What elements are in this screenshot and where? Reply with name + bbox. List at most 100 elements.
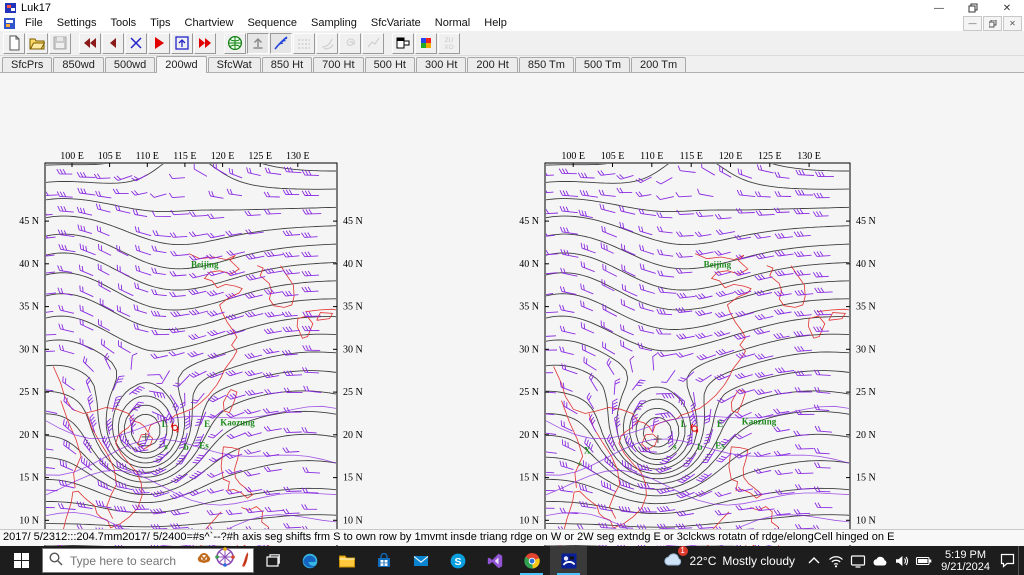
weather-map-left[interactable]: 100 E100 E105 E105 E110 E110 E115 E115 E…	[4, 151, 376, 575]
svg-text:120 E: 120 E	[211, 151, 235, 162]
map-canvas-right[interactable]: 100 E100 E105 E105 E110 E110 E115 E115 E…	[512, 151, 884, 575]
svg-text:125 E: 125 E	[248, 151, 272, 162]
svg-text:45 N: 45 N	[519, 216, 539, 227]
tab-300ht[interactable]: 300 Ht	[415, 57, 467, 72]
svg-text:s: s	[164, 441, 168, 451]
open-file-button[interactable]	[26, 32, 48, 54]
tab-sfcprs[interactable]: SfcPrs	[2, 57, 53, 72]
tray-battery-icon[interactable]	[913, 546, 935, 575]
taskbar-clock[interactable]: 5:19 PM 9/21/2024	[935, 549, 996, 573]
window-title: Luk17	[21, 2, 51, 14]
menu-file[interactable]: File	[18, 17, 50, 29]
frame-advance-button[interactable]	[171, 32, 193, 54]
weather-map-right[interactable]: 100 E100 E105 E105 E110 E110 E115 E115 E…	[512, 151, 884, 575]
tray-cloud-icon[interactable]	[869, 546, 891, 575]
tray-volume-icon[interactable]	[891, 546, 913, 575]
taskbar-app-skype[interactable]: S	[439, 546, 476, 575]
taskbar-app-chrome[interactable]	[513, 546, 550, 575]
new-file-button[interactable]	[3, 32, 25, 54]
menu-sfcvariate[interactable]: SfcVariate	[364, 17, 428, 29]
action-center-button[interactable]	[996, 546, 1018, 575]
mdi-restore-button[interactable]	[983, 16, 1002, 31]
menu-sampling[interactable]: Sampling	[304, 17, 364, 29]
svg-text:130 E: 130 E	[286, 151, 310, 162]
taskbar-app-mail[interactable]	[402, 546, 439, 575]
svg-text:b: b	[698, 442, 703, 452]
svg-text:E: E	[717, 419, 723, 429]
search-input[interactable]	[68, 552, 190, 569]
svg-text:XO: XO	[444, 44, 453, 51]
svg-text:15 N: 15 N	[519, 473, 539, 484]
restore-button[interactable]	[956, 0, 990, 16]
mdi-minimize-button[interactable]: —	[963, 16, 982, 31]
tab-700ht[interactable]: 700 Ht	[313, 57, 364, 72]
palette-button[interactable]	[415, 32, 437, 54]
taskbar-app-file-explorer[interactable]	[328, 546, 365, 575]
taskbar-app-store[interactable]	[365, 546, 402, 575]
tab-500wd[interactable]: 500wd	[104, 57, 156, 72]
svg-text:30 N: 30 N	[343, 344, 363, 355]
fast-forward-button[interactable]	[194, 32, 216, 54]
mdi-close-button[interactable]: ✕	[1003, 16, 1022, 31]
tab-200wd[interactable]: 200wd	[156, 56, 207, 73]
svg-text:Es: Es	[199, 441, 209, 451]
svg-text:15 N: 15 N	[343, 473, 363, 484]
mdi-child-icon[interactable]	[4, 18, 15, 29]
show-desktop-button[interactable]	[1018, 546, 1024, 575]
svg-text:25 N: 25 N	[19, 387, 39, 398]
svg-text:15 N: 15 N	[856, 473, 876, 484]
lift-button[interactable]	[247, 32, 269, 54]
svg-text:ZU: ZU	[445, 37, 454, 44]
svg-text:E: E	[204, 419, 210, 429]
tab-500ht[interactable]: 500 Ht	[364, 57, 415, 72]
menu-tips[interactable]: Tips	[143, 17, 177, 29]
tab-200ht[interactable]: 200 Ht	[467, 57, 518, 72]
taskbar-app-edge[interactable]	[291, 546, 328, 575]
taskbar-app-luk17[interactable]	[550, 546, 587, 575]
start-button[interactable]	[0, 546, 42, 575]
menu-chartview[interactable]: Chartview	[178, 17, 241, 29]
tab-200tm[interactable]: 200 Tm	[631, 57, 687, 72]
tab-850tm[interactable]: 850 Tm	[518, 57, 574, 72]
svg-text:Es: Es	[715, 441, 725, 451]
svg-text:35 N: 35 N	[856, 302, 876, 313]
svg-text:45 N: 45 N	[343, 216, 363, 227]
title-bar: Luk17 — ✕	[0, 0, 1024, 16]
map-canvas-left[interactable]: 100 E100 E105 E105 E110 E110 E115 E115 E…	[4, 151, 376, 575]
svg-text:45 N: 45 N	[19, 216, 39, 227]
tray-wifi-icon[interactable]	[825, 546, 847, 575]
play-button[interactable]	[148, 32, 170, 54]
menu-normal[interactable]: Normal	[428, 17, 477, 29]
delete-x-button[interactable]	[125, 32, 147, 54]
taskbar-app-visual-studio[interactable]	[476, 546, 513, 575]
rewind-button[interactable]	[79, 32, 101, 54]
tab-sfcwat[interactable]: SfcWat	[207, 57, 261, 72]
weather-widget[interactable]: 1 22°C Mostly cloudy	[654, 546, 804, 575]
weather-temperature: 22°C	[689, 553, 717, 568]
wind-barbs	[46, 164, 322, 574]
tab-850ht[interactable]: 850 Ht	[261, 57, 313, 72]
globe-button[interactable]	[224, 32, 246, 54]
menu-settings[interactable]: Settings	[50, 17, 104, 29]
svg-text:s: s	[673, 441, 677, 451]
menu-help[interactable]: Help	[477, 17, 514, 29]
search-highlight-decoration-icon[interactable]	[192, 546, 250, 575]
menu-sequence[interactable]: Sequence	[240, 17, 304, 29]
step-back-button[interactable]	[102, 32, 124, 54]
segment-button	[362, 32, 384, 54]
taskbar-apps: S	[254, 546, 587, 575]
close-button[interactable]: ✕	[990, 0, 1024, 16]
window-layout-button[interactable]	[392, 32, 414, 54]
taskbar-search[interactable]	[42, 546, 254, 575]
taskbar-app-task-view[interactable]	[254, 546, 291, 575]
menu-tools[interactable]: Tools	[103, 17, 143, 29]
svg-text:X: X	[584, 446, 591, 456]
wind-barb-button[interactable]	[270, 32, 292, 54]
svg-text:40 N: 40 N	[856, 259, 876, 270]
taskbar: S 1 22°C Mostly cloudy 5:19 PM 9/21/2024	[0, 546, 1024, 575]
minimize-button[interactable]: —	[922, 0, 956, 16]
tab-500tm[interactable]: 500 Tm	[574, 57, 631, 72]
tab-850wd[interactable]: 850wd	[53, 57, 104, 72]
tray-chevron-up-icon[interactable]	[803, 546, 825, 575]
tray-display-icon[interactable]	[847, 546, 869, 575]
